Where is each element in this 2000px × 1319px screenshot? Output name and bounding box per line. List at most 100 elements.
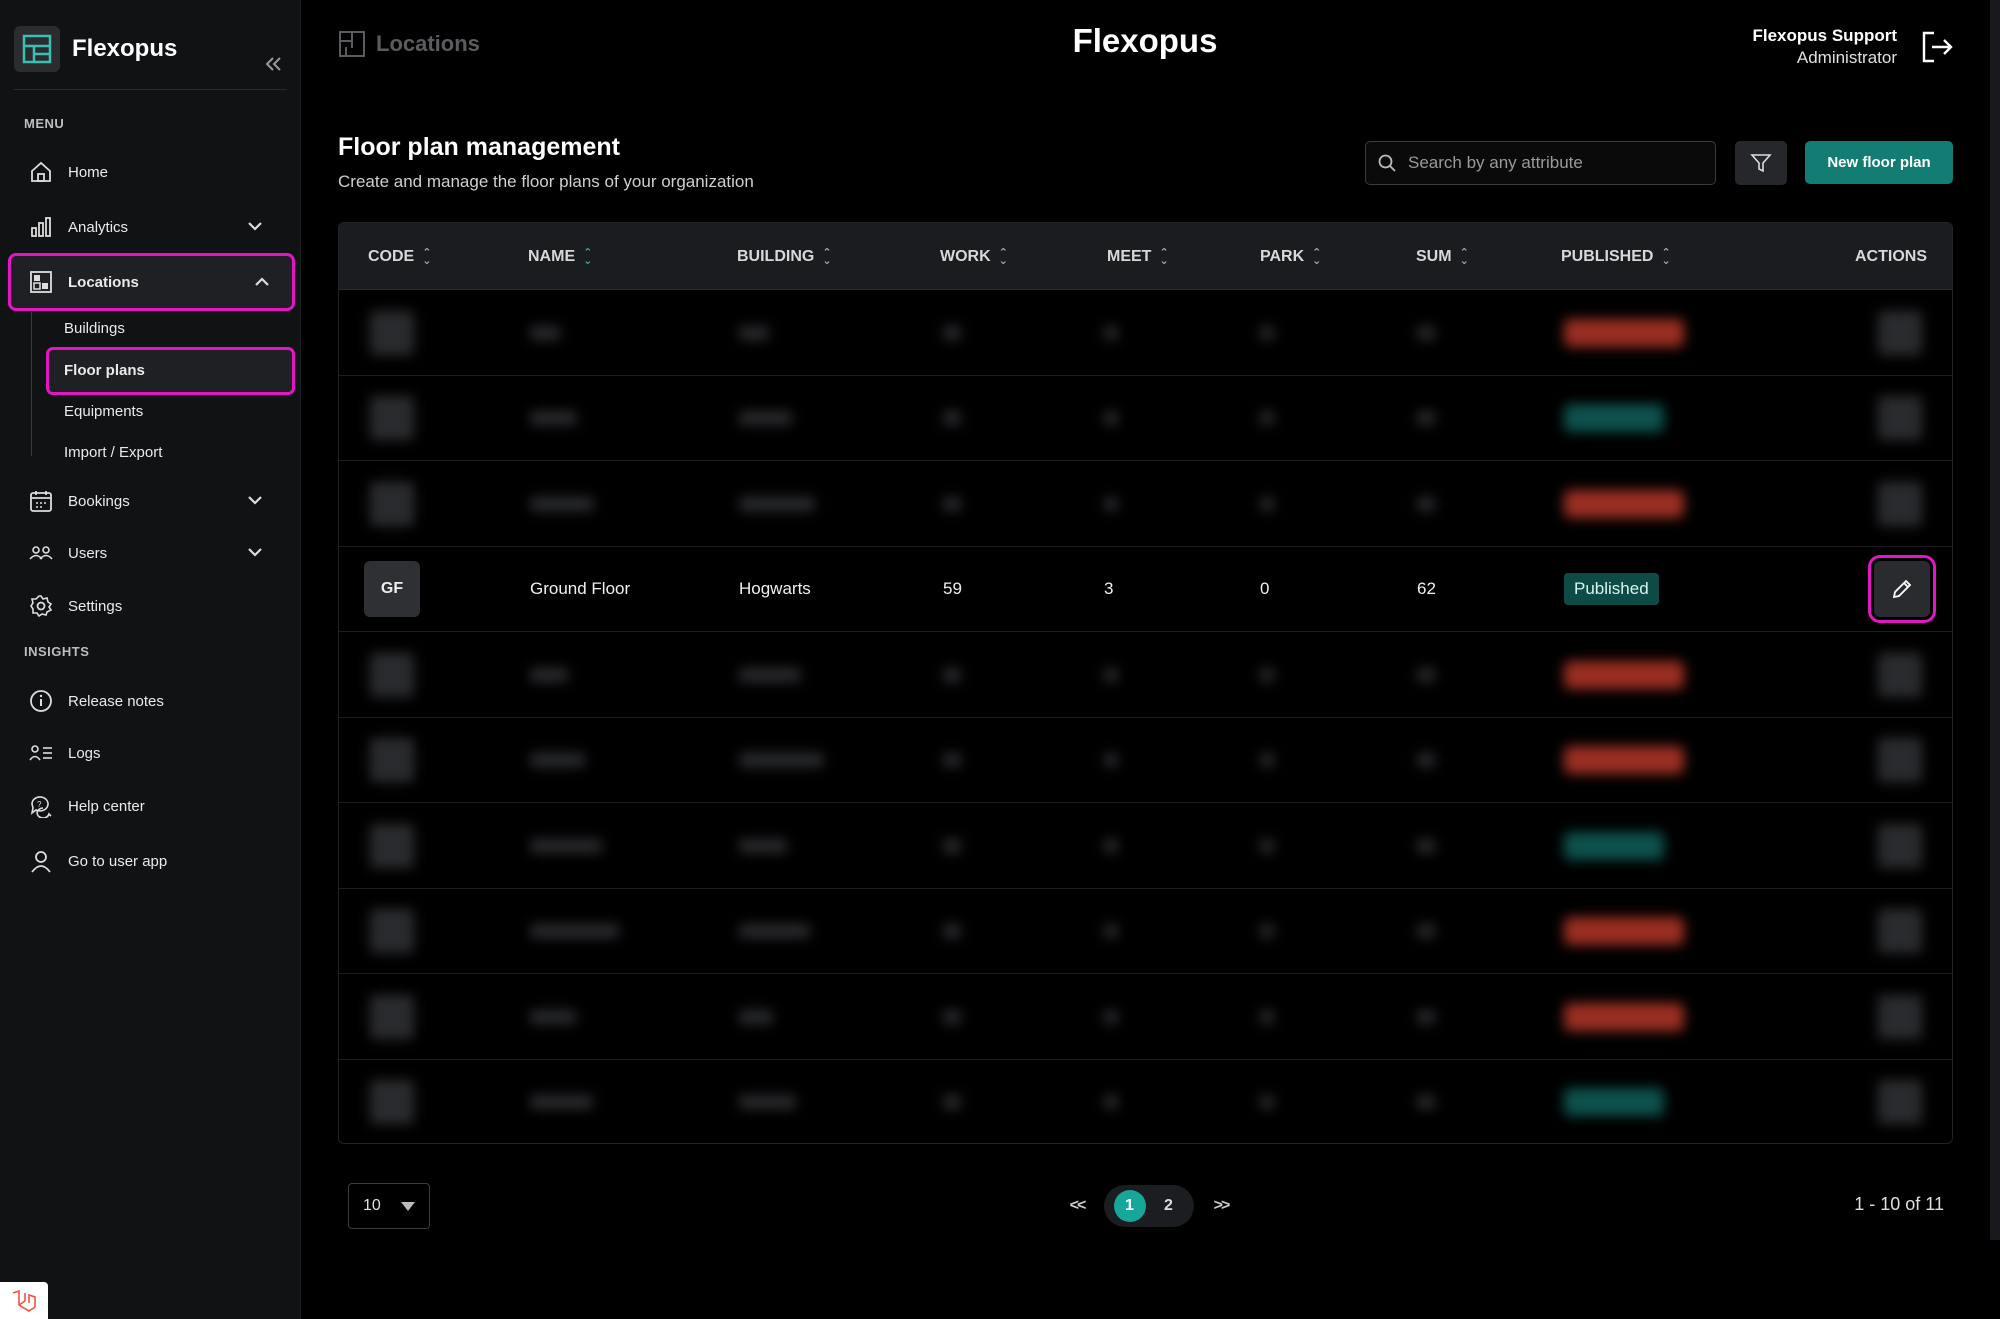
blurred-cell <box>943 376 961 461</box>
blurred-cell <box>1260 889 1274 974</box>
column-header-code[interactable]: CODE ⌃ ⌄ <box>368 223 431 290</box>
blurred-cell <box>1417 376 1435 461</box>
blurred-cell <box>530 632 568 717</box>
double-chevron-left-icon <box>265 57 281 71</box>
blurred-edit-button[interactable] <box>1878 974 1922 1059</box>
column-header-sum[interactable]: SUM ⌃ ⌄ <box>1416 223 1469 290</box>
blurred-cell <box>943 718 961 803</box>
blurred-cell <box>1260 290 1274 375</box>
blurred-cell <box>1417 889 1435 974</box>
breadcrumb-label: Locations <box>376 31 480 56</box>
breadcrumb[interactable]: Locations <box>338 30 480 58</box>
scrollbar[interactable] <box>1990 0 2000 1240</box>
brand-name: Flexopus <box>72 35 178 62</box>
cell-name: Ground Floor <box>530 579 631 598</box>
blurred-edit-button[interactable] <box>1878 889 1922 974</box>
sidebar-item-release-notes[interactable]: Release notes <box>14 677 286 725</box>
column-header-building[interactable]: BUILDING ⌃ ⌄ <box>737 223 832 290</box>
sidebar-item-label: Analytics <box>68 218 129 236</box>
sidebar-subitem-floor-plans[interactable]: Floor plans <box>46 347 295 395</box>
sidebar-item-users[interactable]: Users <box>14 529 286 577</box>
blurred-cell <box>1104 461 1118 546</box>
header-title: Flexopus <box>1072 22 1218 59</box>
collapse-sidebar-button[interactable] <box>262 56 284 76</box>
blurred-status-badge <box>1564 632 1684 717</box>
sidebar-subitem-buildings[interactable]: Buildings <box>64 317 125 341</box>
laravel-debug-badge[interactable] <box>0 1282 48 1319</box>
blurred-cell <box>1417 718 1435 803</box>
page-2-button[interactable]: 2 <box>1153 1190 1185 1222</box>
last-page-button[interactable]: >> <box>1206 1197 1236 1215</box>
chevron-down-icon <box>248 222 262 231</box>
blurred-cell <box>1417 461 1435 546</box>
divider <box>14 89 287 90</box>
column-header-work[interactable]: WORK ⌃ ⌄ <box>940 223 1008 290</box>
search-input[interactable] <box>1408 153 1698 173</box>
blurred-edit-button[interactable] <box>1878 803 1922 888</box>
floorplan-icon <box>28 269 54 295</box>
first-page-button[interactable]: << <box>1062 1197 1092 1215</box>
sidebar-item-locations[interactable]: Locations <box>8 253 295 311</box>
sidebar-item-help-center[interactable]: ? Help center <box>14 782 286 830</box>
filter-button[interactable] <box>1735 141 1787 185</box>
sidebar-item-label: Bookings <box>68 492 130 510</box>
sidebar-item-go-to-user-app[interactable]: Go to user app <box>14 837 286 885</box>
blurred-table-row <box>339 974 1952 1060</box>
submenu-line <box>31 312 32 456</box>
page-subtitle: Create and manage the floor plans of you… <box>338 172 754 191</box>
floor-plans-table: CODE ⌃ ⌄ NAME ⌃ ⌄ BUILDING ⌃ ⌄ WORK ⌃ ⌄ MEET ⌃ ⌄ P… <box>338 222 1953 1144</box>
sidebar-item-home[interactable]: Home <box>14 148 286 196</box>
blurred-cell <box>530 461 594 546</box>
logout-icon <box>1922 31 1953 63</box>
column-label: WORK <box>940 248 991 265</box>
sidebar-item-label: Users <box>68 544 108 562</box>
blurred-cell <box>739 803 787 888</box>
blurred-cell <box>530 974 576 1059</box>
blurred-cell <box>1104 718 1118 803</box>
new-floor-plan-button[interactable]: New floor plan <box>1805 141 1953 184</box>
user-info: Flexopus Support Administrator <box>1753 26 1898 68</box>
blurred-cell <box>530 290 560 375</box>
blurred-table-row <box>339 376 1952 461</box>
blurred-edit-button[interactable] <box>1878 461 1922 546</box>
cell-sum: 62 <box>1417 579 1436 598</box>
blurred-edit-button[interactable] <box>1878 376 1922 461</box>
search-field[interactable] <box>1365 141 1716 185</box>
sidebar-item-logs[interactable]: Logs <box>14 729 286 777</box>
logout-button[interactable] <box>1920 30 1954 64</box>
blurred-cell <box>1417 803 1435 888</box>
sidebar-subitem-import-export[interactable]: Import / Export <box>64 441 162 465</box>
column-label: MEET <box>1107 248 1152 265</box>
sidebar-item-bookings[interactable]: Bookings <box>14 477 286 525</box>
column-header-published[interactable]: PUBLISHED ⌃ ⌄ <box>1561 223 1671 290</box>
column-label: NAME <box>528 248 576 265</box>
column-header-park[interactable]: PARK ⌃ ⌄ <box>1260 223 1321 290</box>
blurred-cell <box>530 718 585 803</box>
bar-chart-icon <box>28 214 54 240</box>
sidebar-subitem-equipments[interactable]: Equipments <box>64 400 143 424</box>
sidebar: Flexopus MENU Home Analytics Locations B… <box>0 0 301 1319</box>
sidebar-item-settings[interactable]: Settings <box>14 582 286 630</box>
page-size-select[interactable]: 10 <box>348 1183 430 1229</box>
column-label: PUBLISHED <box>1561 248 1654 265</box>
column-header-name[interactable]: NAME ⌃ ⌄ <box>528 223 592 290</box>
blurred-cell <box>1104 290 1118 375</box>
edit-button[interactable] <box>1868 555 1936 623</box>
column-header-meet[interactable]: MEET ⌃ ⌄ <box>1107 223 1169 290</box>
blurred-cell <box>1104 1060 1118 1144</box>
users-icon <box>28 540 54 566</box>
brand[interactable]: Flexopus <box>14 26 177 72</box>
blurred-edit-button[interactable] <box>1878 1060 1922 1144</box>
insights-section-title: INSIGHTS <box>24 644 90 659</box>
blurred-cell <box>370 290 414 375</box>
code-badge: GF <box>364 561 420 617</box>
blurred-edit-button[interactable] <box>1878 632 1922 717</box>
cell-meet: 3 <box>1104 579 1114 598</box>
blurred-cell <box>370 376 414 461</box>
cell-actions <box>1868 547 1936 632</box>
blurred-edit-button[interactable] <box>1878 718 1922 803</box>
blurred-edit-button[interactable] <box>1878 290 1922 375</box>
page-1-button[interactable]: 1 <box>1113 1190 1146 1222</box>
sidebar-item-analytics[interactable]: Analytics <box>14 203 286 251</box>
column-label: ACTIONS <box>1855 248 1927 265</box>
